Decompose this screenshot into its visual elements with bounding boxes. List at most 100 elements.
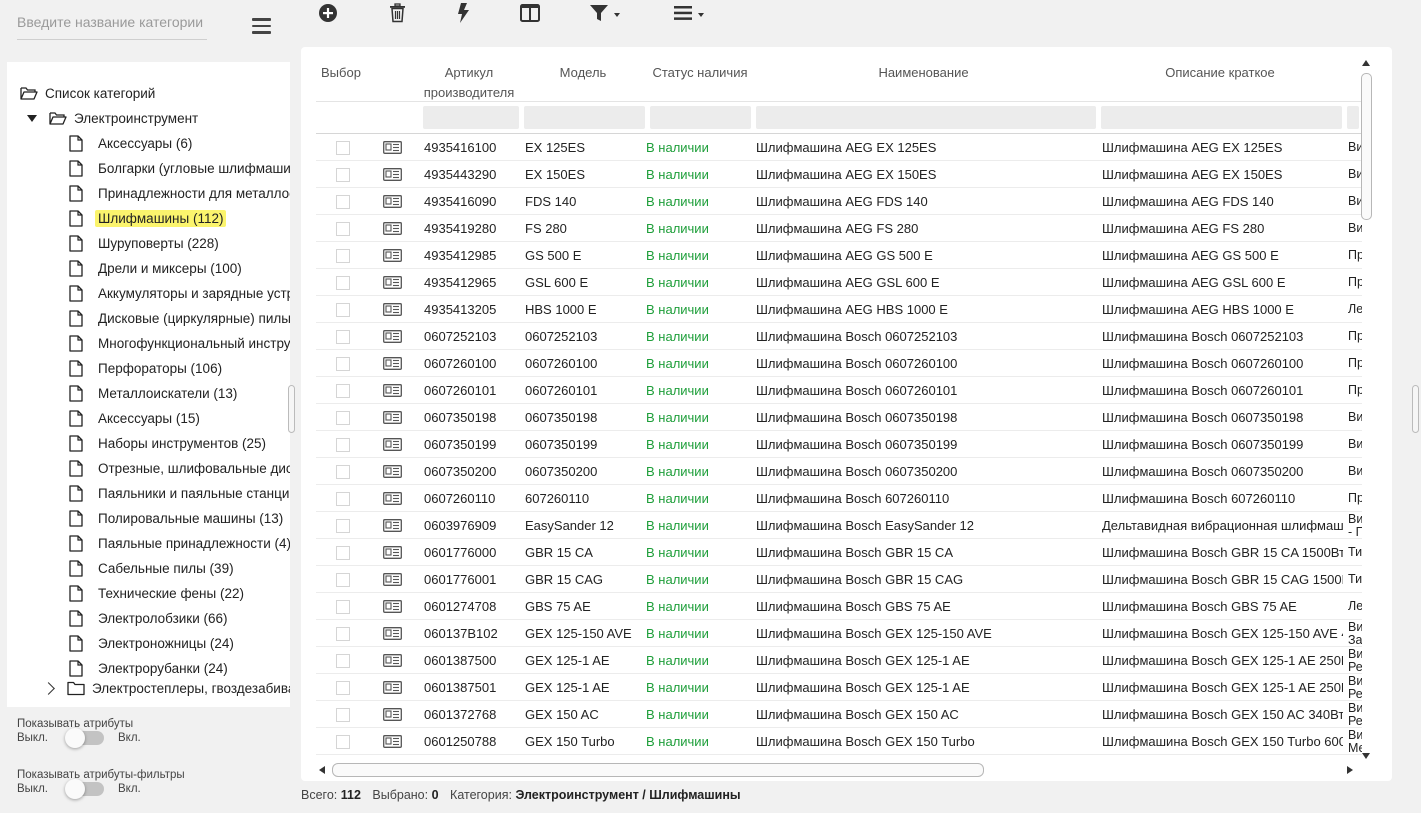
row-checkbox[interactable]: [336, 141, 350, 155]
table-row[interactable]: 4935416090 FDS 140 В наличии Шлифмашина AEG…: [316, 188, 1362, 215]
table-row[interactable]: 4935412965 GSL 600 E В наличии Шлифмашина A…: [316, 269, 1362, 296]
scroll-left-icon[interactable]: [319, 766, 325, 774]
card-icon[interactable]: [383, 627, 402, 640]
table-row[interactable]: 0603976909 EasySander 12 В наличии Шлифмаши…: [316, 512, 1362, 539]
table-row[interactable]: 0607260101 0607260101 В наличии Шлифмашина …: [316, 377, 1362, 404]
row-checkbox[interactable]: [336, 573, 350, 587]
row-checkbox[interactable]: [336, 330, 350, 344]
card-icon[interactable]: [383, 681, 402, 694]
row-checkbox[interactable]: [336, 465, 350, 479]
chevron-right-icon[interactable]: [42, 681, 55, 695]
table-row[interactable]: 0607350200 0607350200 В наличии Шлифмашина …: [316, 458, 1362, 485]
tree-scrollbar[interactable]: [288, 385, 295, 433]
tree-item[interactable]: Наборы инструментов (25): [69, 432, 266, 454]
tree-root[interactable]: Список категорий: [20, 82, 155, 104]
tree-item[interactable]: Аккумуляторы и зарядные устройства: [69, 282, 290, 304]
row-checkbox[interactable]: [336, 384, 350, 398]
column-header-select[interactable]: Выбор: [321, 63, 366, 83]
tree-item[interactable]: Электролобзики (66): [69, 607, 228, 629]
card-icon[interactable]: [383, 519, 402, 532]
row-checkbox[interactable]: [336, 303, 350, 317]
tree-item[interactable]: Принадлежности для металлообработки: [69, 182, 290, 204]
row-checkbox[interactable]: [336, 654, 350, 668]
filter-name[interactable]: [756, 106, 1096, 129]
tree-item[interactable]: Паяльные принадлежности (4): [69, 532, 290, 554]
table-row[interactable]: 4935413205 HBS 1000 E В наличии Шлифмашина …: [316, 296, 1362, 323]
card-icon[interactable]: [383, 276, 402, 289]
tree-item[interactable]: Шлифмашины (112): [69, 207, 227, 229]
row-checkbox[interactable]: [336, 735, 350, 749]
column-header-model[interactable]: Модель: [543, 63, 623, 83]
card-icon[interactable]: [383, 573, 402, 586]
table-row[interactable]: 4935416100 EX 125ES В наличии Шлифмашина AE…: [316, 134, 1362, 161]
delete-button[interactable]: [389, 2, 406, 24]
table-row[interactable]: 0601274708 GBS 75 AE В наличии Шлифмашина B…: [316, 593, 1362, 620]
row-checkbox[interactable]: [336, 681, 350, 695]
table-row[interactable]: 0601776000 GBR 15 CA В наличии Шлифмашина B…: [316, 539, 1362, 566]
card-icon[interactable]: [383, 465, 402, 478]
tree-item[interactable]: Электрорубанки (24): [69, 657, 228, 679]
tree-item[interactable]: Паяльники и паяльные станции: [69, 482, 290, 504]
action-button[interactable]: [457, 2, 469, 24]
tree-item[interactable]: Дрели и миксеры (100): [69, 257, 242, 279]
row-checkbox[interactable]: [336, 600, 350, 614]
tree-item[interactable]: Дисковые (циркулярные) пилы: [69, 307, 290, 329]
column-header-status[interactable]: Статус наличия: [645, 63, 755, 83]
card-icon[interactable]: [383, 708, 402, 721]
row-checkbox[interactable]: [336, 357, 350, 371]
row-checkbox[interactable]: [336, 492, 350, 506]
column-header-article[interactable]: Артикул производителя: [419, 63, 519, 103]
row-checkbox[interactable]: [336, 276, 350, 290]
tree-item[interactable]: Аксессуары (15): [69, 407, 200, 429]
card-icon[interactable]: [383, 195, 402, 208]
column-header-short-desc[interactable]: Описание краткое: [1101, 63, 1339, 83]
page-scrollbar[interactable]: [1412, 385, 1419, 433]
card-icon[interactable]: [383, 654, 402, 667]
tree-item[interactable]: Перфораторы (106): [69, 357, 222, 379]
grid-vertical-scrollbar[interactable]: [1359, 57, 1374, 762]
tree-item[interactable]: Сабельные пилы (39): [69, 557, 234, 579]
tree-item[interactable]: Полировальные машины (13): [69, 507, 283, 529]
table-row[interactable]: 0607350198 0607350198 В наличии Шлифмашина …: [316, 404, 1362, 431]
table-row[interactable]: 4935419280 FS 280 В наличии Шлифмашина AEG …: [316, 215, 1362, 242]
table-row[interactable]: 0601372768 GEX 150 AC В наличии Шлифмашина …: [316, 701, 1362, 728]
card-icon[interactable]: [383, 141, 402, 154]
card-icon[interactable]: [383, 438, 402, 451]
scroll-right-icon[interactable]: [1347, 766, 1353, 774]
tree-item[interactable]: Многофункциональный инструмент: [69, 332, 290, 354]
table-row[interactable]: 4935443290 EX 150ES В наличии Шлифмашина AE…: [316, 161, 1362, 188]
menu-button[interactable]: [674, 2, 704, 24]
attributes-switch[interactable]: [65, 728, 105, 748]
card-icon[interactable]: [383, 492, 402, 505]
card-icon[interactable]: [383, 249, 402, 262]
tree-item[interactable]: Электроножницы (24): [69, 632, 234, 654]
table-row[interactable]: 0607252103 0607252103 В наличии Шлифмашина …: [316, 323, 1362, 350]
card-icon[interactable]: [383, 600, 402, 613]
table-row[interactable]: 0601387501 GEX 125-1 AE В наличии Шлифмашин…: [316, 674, 1362, 701]
row-checkbox[interactable]: [336, 411, 350, 425]
card-icon[interactable]: [383, 384, 402, 397]
table-row[interactable]: 0601250788 GEX 150 Turbo В наличии Шлифмаши…: [316, 728, 1362, 755]
card-icon[interactable]: [383, 330, 402, 343]
tree-item[interactable]: Шуруповерты (228): [69, 232, 219, 254]
card-icon[interactable]: [383, 168, 402, 181]
scroll-thumb[interactable]: [332, 763, 984, 777]
table-row[interactable]: 060137B102 GEX 125-150 AVE В наличии Шлифма…: [316, 620, 1362, 647]
category-search-input[interactable]: [17, 5, 207, 39]
row-checkbox[interactable]: [336, 627, 350, 641]
tree-item[interactable]: Отрезные, шлифовальные диски: [69, 457, 290, 479]
row-checkbox[interactable]: [336, 222, 350, 236]
table-row[interactable]: 0607260100 0607260100 В наличии Шлифмашина …: [316, 350, 1362, 377]
card-icon[interactable]: [383, 411, 402, 424]
add-button[interactable]: [318, 2, 338, 24]
card-icon[interactable]: [383, 357, 402, 370]
tree-item[interactable]: Аксессуары (6): [69, 132, 192, 154]
table-row[interactable]: 0607350199 0607350199 В наличии Шлифмашина …: [316, 431, 1362, 458]
scroll-thumb[interactable]: [1361, 73, 1372, 220]
columns-button[interactable]: [520, 2, 540, 24]
tree-item[interactable]: Болгарки (угловые шлифмашины): [69, 157, 290, 179]
filter-short-desc[interactable]: [1101, 106, 1342, 129]
table-row[interactable]: 0601387500 GEX 125-1 AE В наличии Шлифмашин…: [316, 647, 1362, 674]
scroll-up-icon[interactable]: [1362, 60, 1370, 66]
column-header-name[interactable]: Наименование: [756, 63, 1091, 83]
